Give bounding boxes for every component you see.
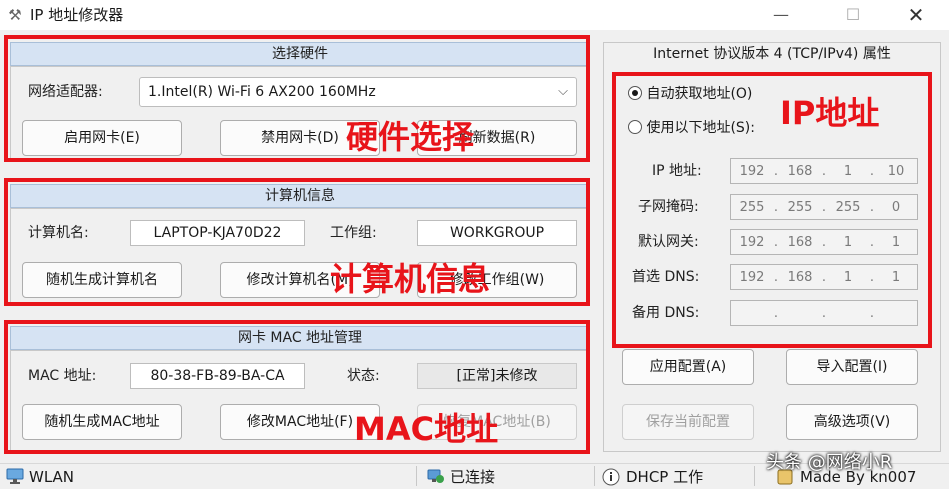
import-config-button[interactable]: 导入配置(I): [786, 349, 918, 385]
title-bar: [0, 0, 949, 30]
annotation-box-computer: [4, 178, 590, 306]
annotation-box-hardware: [4, 35, 590, 162]
annotation-box-ip: [612, 72, 932, 348]
save-config-button[interactable]: 保存当前配置: [622, 404, 754, 440]
tools-icon: ⚒: [8, 6, 22, 24]
watermark-text: 头条 @网络小R: [766, 452, 893, 473]
annotation-label-ip: IP地址: [780, 94, 880, 132]
apply-config-button[interactable]: 应用配置(A): [622, 349, 754, 385]
annotation-label-computer: 计算机信息: [330, 260, 491, 298]
minimize-button[interactable]: —: [758, 0, 804, 30]
close-button[interactable]: ✕: [893, 0, 939, 30]
ipv4-header: Internet 协议版本 4 (TCP/IPv4) 属性: [653, 46, 891, 62]
network-icon: [6, 468, 24, 484]
window-title: IP 地址修改器: [30, 6, 124, 24]
status-divider: [416, 466, 417, 486]
advanced-options-button[interactable]: 高级选项(V): [786, 404, 918, 440]
annotation-box-mac: [4, 320, 590, 454]
maximize-button[interactable]: ☐: [830, 0, 876, 30]
info-icon: [602, 468, 620, 486]
annotation-label-hardware: 硬件选择: [346, 118, 475, 156]
annotation-label-mac: MAC地址: [354, 410, 499, 448]
status-connection: 已连接: [450, 468, 496, 486]
status-divider: [754, 466, 755, 486]
status-dhcp: DHCP 工作: [626, 468, 704, 486]
status-network-name: WLAN: [29, 468, 75, 486]
status-divider: [594, 466, 595, 486]
connected-icon: [426, 468, 444, 484]
